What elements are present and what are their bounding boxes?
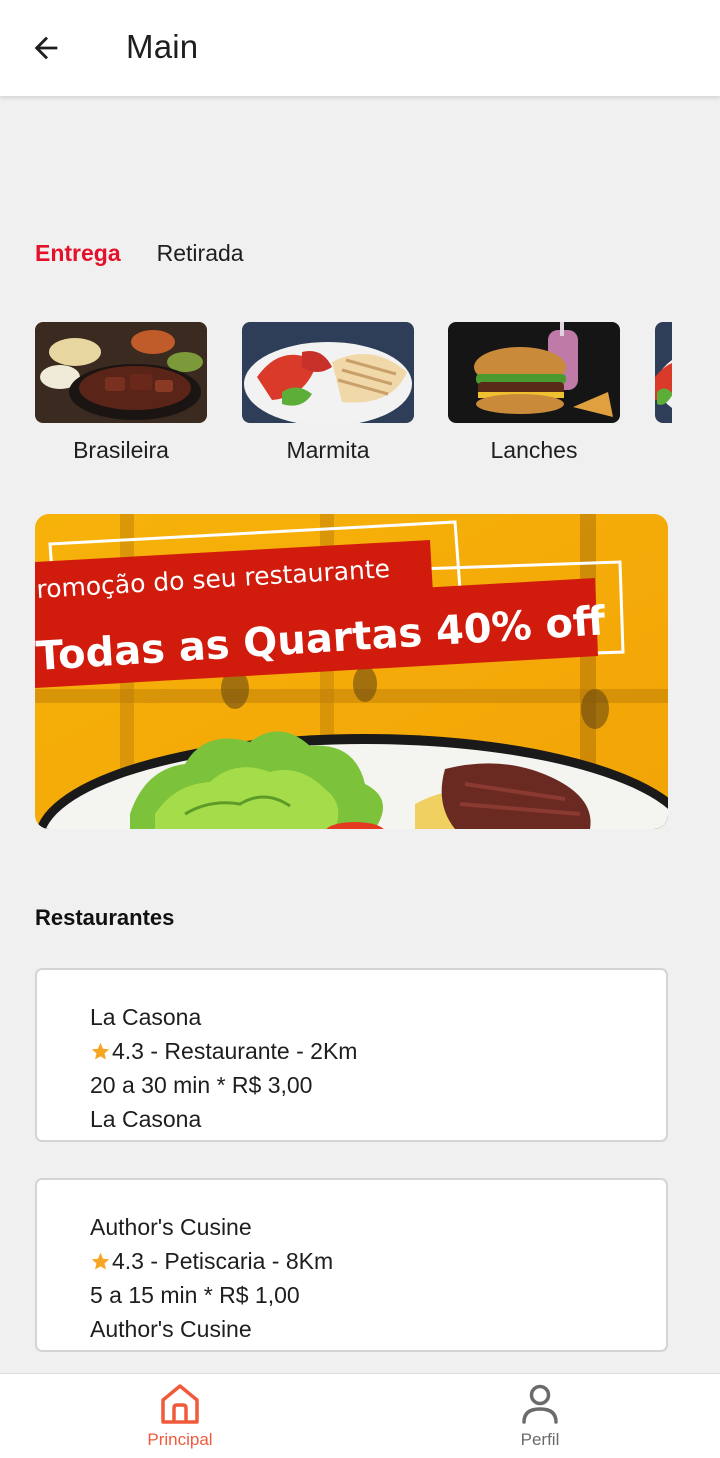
category-image-lanches	[448, 322, 620, 423]
category-image-partial	[655, 322, 672, 423]
tab-entrega[interactable]: Entrega	[35, 240, 121, 267]
page-title: Main	[126, 28, 199, 65]
restaurant-subtitle: Author's Cusine	[90, 1316, 252, 1342]
restaurant-rating-line: 4.3 - Restaurante - 2Km	[90, 1034, 357, 1068]
restaurant-name: La Casona	[90, 1004, 202, 1030]
restaurant-rating-text: 4.3 - Restaurante - 2Km	[112, 1038, 358, 1064]
category-label: Brasileira	[73, 437, 169, 463]
category-carousel[interactable]: Brasileira Marmita Lanches	[35, 322, 672, 472]
category-image-brasileira	[35, 322, 207, 423]
delivery-mode-tabs: Entrega Retirada	[35, 240, 244, 267]
back-button[interactable]	[22, 24, 70, 72]
category-item-lanches[interactable]: Lanches	[448, 322, 620, 464]
category-label: Lanches	[490, 437, 578, 463]
section-title-restaurantes: Restaurantes	[35, 905, 175, 930]
person-icon	[522, 1384, 558, 1424]
category-image-marmita	[242, 322, 414, 423]
nav-item-perfil[interactable]: Perfil	[460, 1382, 620, 1450]
category-label: Marmita	[286, 437, 370, 463]
restaurant-delivery-info: 5 a 15 min * R$ 1,00	[90, 1282, 300, 1308]
bottom-navigation: Principal Perfil	[0, 1373, 720, 1458]
tab-retirada[interactable]: Retirada	[157, 240, 244, 267]
star-icon	[91, 1042, 110, 1060]
promo-banner[interactable]: romoção do seu restaurante Todas as Quar…	[35, 514, 668, 829]
category-item-partial[interactable]	[655, 322, 672, 423]
restaurant-name: Author's Cusine	[90, 1214, 252, 1240]
restaurant-rating-text: 4.3 - Petiscaria - 8Km	[112, 1248, 334, 1274]
restaurant-card[interactable]: La Casona 4.3 - Restaurante - 2Km 20 a 3…	[35, 968, 668, 1142]
nav-label-principal: Principal	[147, 1430, 213, 1449]
nav-item-principal[interactable]: Principal	[100, 1382, 260, 1450]
restaurant-delivery-info: 20 a 30 min * R$ 3,00	[90, 1072, 313, 1098]
nav-label-perfil: Perfil	[520, 1430, 560, 1449]
app-bar: Main	[0, 0, 720, 96]
restaurant-subtitle: La Casona	[90, 1106, 202, 1132]
restaurant-card[interactable]: Author's Cusine 4.3 - Petiscaria - 8Km 5…	[35, 1178, 668, 1352]
restaurant-rating-line: 4.3 - Petiscaria - 8Km	[90, 1244, 333, 1278]
arrow-left-icon	[34, 36, 58, 60]
star-icon	[91, 1252, 110, 1270]
home-icon	[161, 1384, 199, 1424]
category-item-brasileira[interactable]: Brasileira	[35, 322, 207, 464]
category-item-marmita[interactable]: Marmita	[242, 322, 414, 464]
